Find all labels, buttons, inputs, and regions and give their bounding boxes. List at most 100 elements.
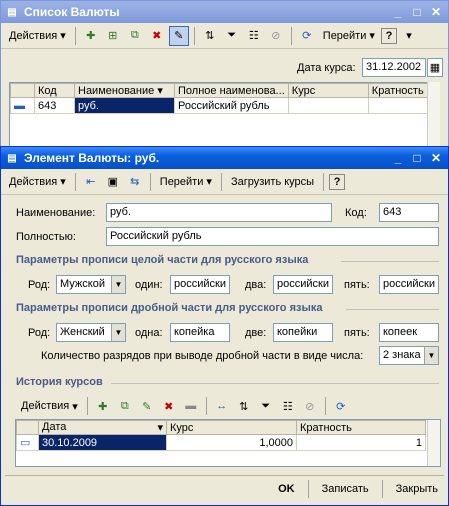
rate-date-input[interactable]: 31.12.2002 [362,58,426,77]
load-rates-button[interactable]: Загрузить курсы [227,172,318,192]
full-name-input[interactable]: Российский рубль [106,227,439,246]
refresh-icon[interactable]: ⟳ [331,396,351,416]
go-to-list-icon[interactable]: ⇤ [81,172,101,192]
cell-full-name[interactable]: Российский рубль [174,97,289,114]
separator [74,26,76,45]
structure-icon[interactable]: ▣ [103,172,123,192]
filter-list-icon[interactable]: ☷ [278,396,298,416]
element-goto-menu[interactable]: Перейти ▾ [156,172,216,192]
chevron-down-icon[interactable]: ▼ [111,324,125,341]
element-window-title: Элемент Валюты: руб. [24,151,160,165]
cell-rate[interactable] [287,97,369,114]
digits-select[interactable]: 2 знака ▼ [379,346,439,365]
code-input[interactable]: 643 [379,203,439,222]
filter-icon[interactable]: ⏷ [256,396,276,416]
table-row[interactable]: ▭ 30.10.2009 1,0000 1 [16,434,426,451]
cell-code[interactable]: 643 [34,97,75,114]
cell-multiplicity[interactable] [367,97,429,114]
name-input[interactable]: руб. [106,203,332,222]
clear-filter-icon[interactable]: ⊘ [300,396,320,416]
list-table-area: Код Наименование ▾ Полное наименова... К… [9,82,439,150]
column-header-multiplicity[interactable]: Кратность [367,83,429,98]
refresh-icon[interactable]: ⟳ [297,26,317,46]
fraction-one-input[interactable]: копейка [170,323,230,342]
toolbar-overflow-icon[interactable]: ▾ [399,26,419,46]
row-record-icon: ▭ [16,434,39,451]
clear-filter-icon[interactable]: ⊘ [266,26,286,46]
help-button[interactable]: ? [380,27,397,44]
list-scrollbar[interactable] [427,82,440,150]
integer-two-input[interactable]: российски [273,275,333,294]
delete-icon[interactable]: ✖ [159,396,179,416]
integer-gender-select[interactable]: Мужской ▼ [56,275,126,294]
replace-icon[interactable]: ⇆ [125,172,145,192]
column-header-rate[interactable]: Курс [166,420,297,435]
element-actions-menu[interactable]: Действия ▾ [5,172,70,192]
separator [290,26,292,45]
integer-two-label: два: [245,279,267,291]
maximize-icon[interactable]: □ [409,150,425,166]
list-goto-menu[interactable]: Перейти ▾ [319,26,379,46]
fraction-one-label: одна: [135,327,163,339]
fraction-two-input[interactable]: копейки [273,323,333,342]
column-header-name[interactable]: Наименование ▾ [74,83,175,98]
minimize-icon[interactable]: _ [390,150,406,166]
integer-one-input[interactable]: российски [170,275,230,294]
separator [307,480,309,498]
element-toolbar: Действия ▾ ⇤ ▣ ⇆ Перейти ▾ Загрузить кур… [1,169,448,195]
cell-date[interactable]: 30.10.2009 [38,434,167,451]
interval-icon[interactable]: ↔ [212,396,232,416]
save-button[interactable]: Записать [318,481,373,497]
cell-multiplicity[interactable]: 1 [296,434,426,451]
column-header-full-name[interactable]: Полное наименова... [174,83,289,98]
history-actions-menu[interactable]: Действия ▾ [17,396,82,416]
add-icon[interactable]: ✚ [81,26,101,46]
copy-icon[interactable]: ⧉ [125,26,145,46]
rate-date-label: Дата курса: [297,62,356,74]
list-toolbar: Действия ▾ ✚ ⊞ ⧉ ✖ ✎ ⇅ ⏷ ☷ ⊘ ⟳ Перейти ▾… [1,23,448,49]
help-button[interactable]: ? [329,173,346,190]
save-row-icon[interactable]: ▬ [181,396,201,416]
sort-icon[interactable]: ⇅ [234,396,254,416]
column-header-date[interactable]: Дата ▾ [38,420,167,435]
chevron-down-icon[interactable]: ▼ [424,347,438,364]
add-icon[interactable]: ✚ [93,396,113,416]
filter-icon[interactable]: ⏷ [222,26,242,46]
delete-icon[interactable]: ✖ [147,26,167,46]
cell-name[interactable]: руб. [74,97,175,114]
copy-icon[interactable]: ⧉ [115,396,135,416]
column-header-rate[interactable]: Курс [287,83,369,98]
bottom-button-bar: OK Записать Закрыть [274,480,442,498]
name-label: Наименование: [16,207,96,219]
list-table: Код Наименование ▾ Полное наименова... К… [10,83,429,114]
table-row[interactable]: ▬ 643 руб. Российский рубль [10,97,429,114]
filter-list-icon[interactable]: ☷ [244,26,264,46]
divider [341,261,439,262]
add-group-icon[interactable]: ⊞ [103,26,123,46]
integer-five-input[interactable]: российски [379,275,439,294]
column-header-multiplicity[interactable]: Кратность [296,420,426,435]
fraction-five-input[interactable]: копеек [379,323,439,342]
minimize-icon[interactable]: _ [390,4,406,20]
edit-icon[interactable]: ✎ [168,25,189,46]
cell-rate[interactable]: 1,0000 [166,434,297,451]
close-button[interactable]: Закрыть [392,481,442,497]
fraction-gender-select[interactable]: Женский ▼ [56,323,126,342]
fraction-gender-value: Женский [60,326,105,338]
close-icon[interactable]: ✕ [428,4,444,20]
edit-icon[interactable]: ✎ [137,396,157,416]
code-label: Код: [345,207,367,219]
column-header-code[interactable]: Код [34,83,75,98]
ok-button[interactable]: OK [274,481,299,497]
sort-icon[interactable]: ⇅ [200,26,220,46]
calendar-icon[interactable]: ▦ [427,58,443,77]
full-name-label: Полностью: [16,231,76,243]
separator [193,26,195,45]
list-actions-menu[interactable]: Действия ▾ [5,26,70,46]
row-marker-icon: ▬ [10,97,35,114]
close-icon[interactable]: ✕ [428,150,444,166]
chevron-down-icon[interactable]: ▼ [111,276,125,293]
maximize-icon[interactable]: □ [409,4,425,20]
history-table-header: Дата ▾ Курс Кратность [16,420,426,435]
history-scrollbar[interactable] [427,420,440,466]
